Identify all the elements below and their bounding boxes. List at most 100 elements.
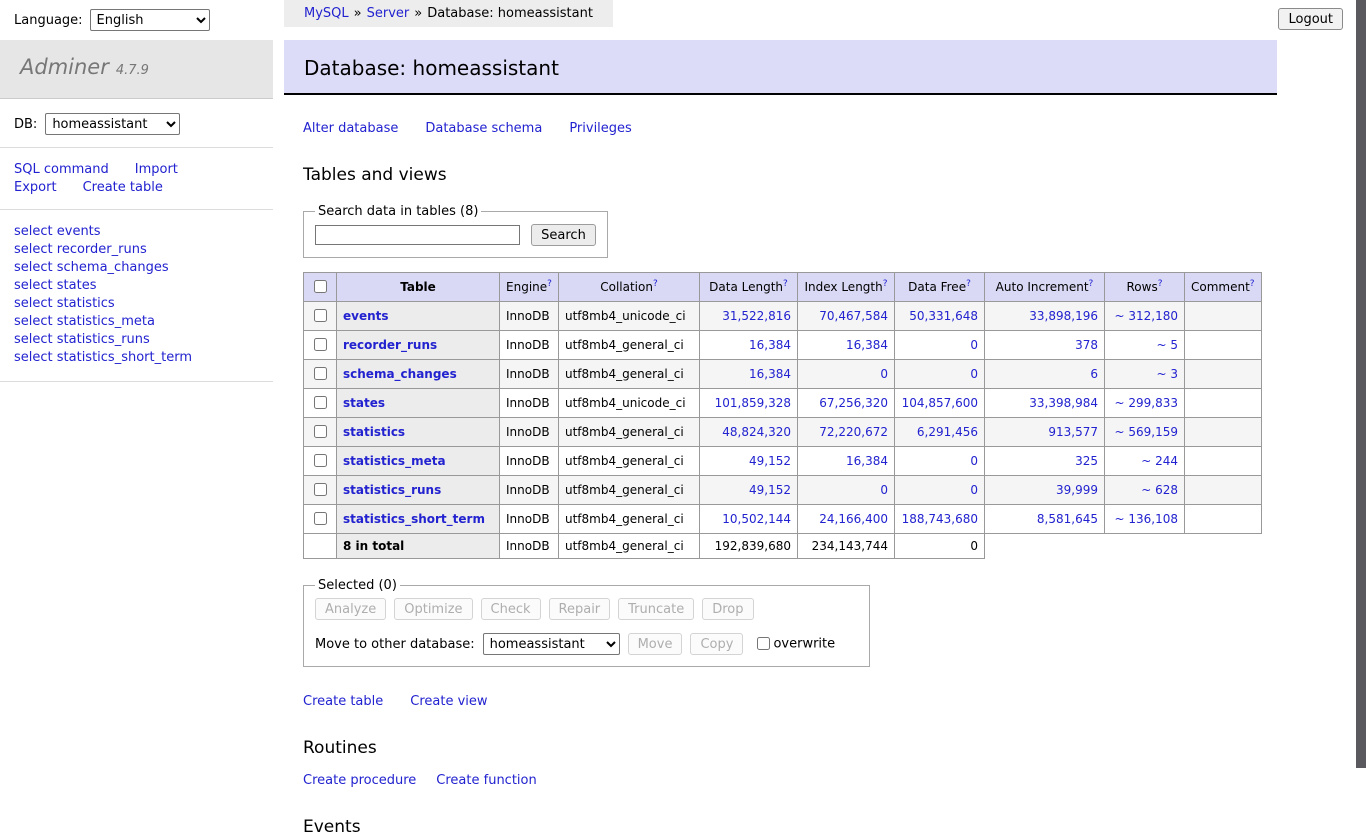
breadcrumb-server-link[interactable]: Server — [367, 6, 410, 21]
data-length-link[interactable]: 101,859,328 — [715, 396, 791, 410]
row-checkbox[interactable] — [314, 338, 327, 351]
index-length-link[interactable]: 0 — [880, 367, 888, 381]
data-length-link[interactable]: 49,152 — [749, 483, 791, 497]
data-length-link[interactable]: 16,384 — [749, 338, 791, 352]
rows-count-link[interactable]: ~ 5 — [1156, 338, 1178, 352]
rows-count-link[interactable]: ~ 244 — [1141, 454, 1178, 468]
copy-button[interactable]: Copy — [690, 633, 744, 655]
help-link[interactable]: ? — [1158, 279, 1163, 289]
select-all-checkbox[interactable] — [314, 280, 327, 293]
logout-button[interactable]: Logout — [1278, 8, 1343, 30]
index-length-link[interactable]: 16,384 — [846, 454, 888, 468]
sidebar-select-table-link[interactable]: select statistics_runs — [14, 331, 273, 349]
rows-count-link[interactable]: ~ 628 — [1141, 483, 1178, 497]
data-length-link[interactable]: 10,502,144 — [722, 512, 791, 526]
table-name-link[interactable]: schema_changes — [343, 367, 457, 381]
selected-action-button[interactable]: Check — [480, 598, 541, 620]
index-length-link[interactable]: 16,384 — [846, 338, 888, 352]
row-checkbox[interactable] — [314, 309, 327, 322]
sidebar-select-table-link[interactable]: select statistics — [14, 295, 273, 313]
help-link[interactable]: ? — [653, 279, 658, 289]
help-link[interactable]: ? — [547, 279, 552, 289]
help-link[interactable]: ? — [1089, 279, 1094, 289]
create-table-link[interactable]: Create table — [83, 180, 163, 195]
data-length-link[interactable]: 49,152 — [749, 454, 791, 468]
auto-increment-link[interactable]: 39,999 — [1056, 483, 1098, 497]
data-free-link[interactable]: 104,857,600 — [902, 396, 978, 410]
data-length-link[interactable]: 16,384 — [749, 367, 791, 381]
auto-increment-link[interactable]: 33,398,984 — [1029, 396, 1098, 410]
alter-database-link[interactable]: Alter database — [303, 121, 398, 136]
help-link[interactable]: ? — [783, 279, 788, 289]
index-length-link[interactable]: 72,220,672 — [819, 425, 888, 439]
auto-increment-link[interactable]: 913,577 — [1048, 425, 1098, 439]
move-button[interactable]: Move — [627, 633, 683, 655]
selected-action-button[interactable]: Optimize — [394, 598, 473, 620]
table-name-link[interactable]: statistics_short_term — [343, 512, 485, 526]
auto-increment-link[interactable]: 33,898,196 — [1029, 309, 1098, 323]
data-free-link[interactable]: 6,291,456 — [917, 425, 978, 439]
selected-action-button[interactable]: Analyze — [315, 598, 387, 620]
table-name-link[interactable]: events — [343, 309, 389, 323]
help-link[interactable]: ? — [1250, 279, 1255, 289]
sidebar-select-table-link[interactable]: select statistics_short_term — [14, 349, 273, 367]
page-scrollbar[interactable] — [1356, 0, 1366, 768]
import-link[interactable]: Import — [135, 162, 178, 177]
sidebar-select-table-link[interactable]: select events — [14, 223, 273, 241]
auto-increment-link[interactable]: 325 — [1075, 454, 1098, 468]
selected-action-button[interactable]: Drop — [702, 598, 754, 620]
rows-count-link[interactable]: ~ 569,159 — [1115, 425, 1179, 439]
row-checkbox[interactable] — [314, 512, 327, 525]
move-db-select[interactable]: homeassistant — [482, 633, 620, 655]
data-free-link[interactable]: 0 — [970, 454, 978, 468]
sidebar-select-table-link[interactable]: select recorder_runs — [14, 241, 273, 259]
rows-count-link[interactable]: ~ 312,180 — [1115, 309, 1179, 323]
rows-count-link[interactable]: ~ 299,833 — [1115, 396, 1179, 410]
data-length-link[interactable]: 31,522,816 — [722, 309, 791, 323]
index-length-link[interactable]: 0 — [880, 483, 888, 497]
row-checkbox[interactable] — [314, 425, 327, 438]
index-length-link[interactable]: 67,256,320 — [819, 396, 888, 410]
language-select[interactable]: English — [89, 9, 210, 31]
help-link[interactable]: ? — [883, 279, 888, 289]
database-schema-link[interactable]: Database schema — [425, 121, 542, 136]
selected-action-button[interactable]: Truncate — [618, 598, 695, 620]
data-free-link[interactable]: 0 — [970, 483, 978, 497]
data-free-link[interactable]: 188,743,680 — [902, 512, 978, 526]
auto-increment-link[interactable]: 8,581,645 — [1037, 512, 1098, 526]
sidebar-select-table-link[interactable]: select statistics_meta — [14, 313, 273, 331]
data-free-link[interactable]: 50,331,648 — [909, 309, 978, 323]
table-name-link[interactable]: statistics — [343, 425, 405, 439]
overwrite-checkbox[interactable] — [757, 636, 771, 650]
auto-increment-link[interactable]: 6 — [1090, 367, 1098, 381]
sidebar-select-table-link[interactable]: select schema_changes — [14, 259, 273, 277]
sql-command-link[interactable]: SQL command — [14, 162, 109, 177]
data-length-link[interactable]: 48,824,320 — [722, 425, 791, 439]
table-name-link[interactable]: statistics_runs — [343, 483, 441, 497]
db-select[interactable]: homeassistant — [45, 113, 181, 135]
row-checkbox[interactable] — [314, 483, 327, 496]
breadcrumb-mysql-link[interactable]: MySQL — [304, 6, 349, 21]
data-free-link[interactable]: 0 — [970, 338, 978, 352]
data-free-link[interactable]: 0 — [970, 367, 978, 381]
row-checkbox[interactable] — [314, 396, 327, 409]
selected-action-button[interactable]: Repair — [548, 598, 611, 620]
create-table-link-main[interactable]: Create table — [303, 694, 383, 709]
table-name-link[interactable]: statistics_meta — [343, 454, 446, 468]
sidebar-select-table-link[interactable]: select states — [14, 277, 273, 295]
auto-increment-link[interactable]: 378 — [1075, 338, 1098, 352]
create-function-link[interactable]: Create function — [436, 773, 536, 788]
row-checkbox[interactable] — [314, 367, 327, 380]
privileges-link[interactable]: Privileges — [569, 121, 632, 136]
table-name-link[interactable]: recorder_runs — [343, 338, 437, 352]
index-length-link[interactable]: 24,166,400 — [819, 512, 888, 526]
create-procedure-link[interactable]: Create procedure — [303, 773, 416, 788]
search-button[interactable]: Search — [531, 224, 596, 246]
help-link[interactable]: ? — [966, 279, 971, 289]
search-input[interactable] — [315, 225, 520, 245]
rows-count-link[interactable]: ~ 3 — [1156, 367, 1178, 381]
rows-count-link[interactable]: ~ 136,108 — [1115, 512, 1179, 526]
row-checkbox[interactable] — [314, 454, 327, 467]
table-name-link[interactable]: states — [343, 396, 385, 410]
create-view-link[interactable]: Create view — [410, 694, 487, 709]
